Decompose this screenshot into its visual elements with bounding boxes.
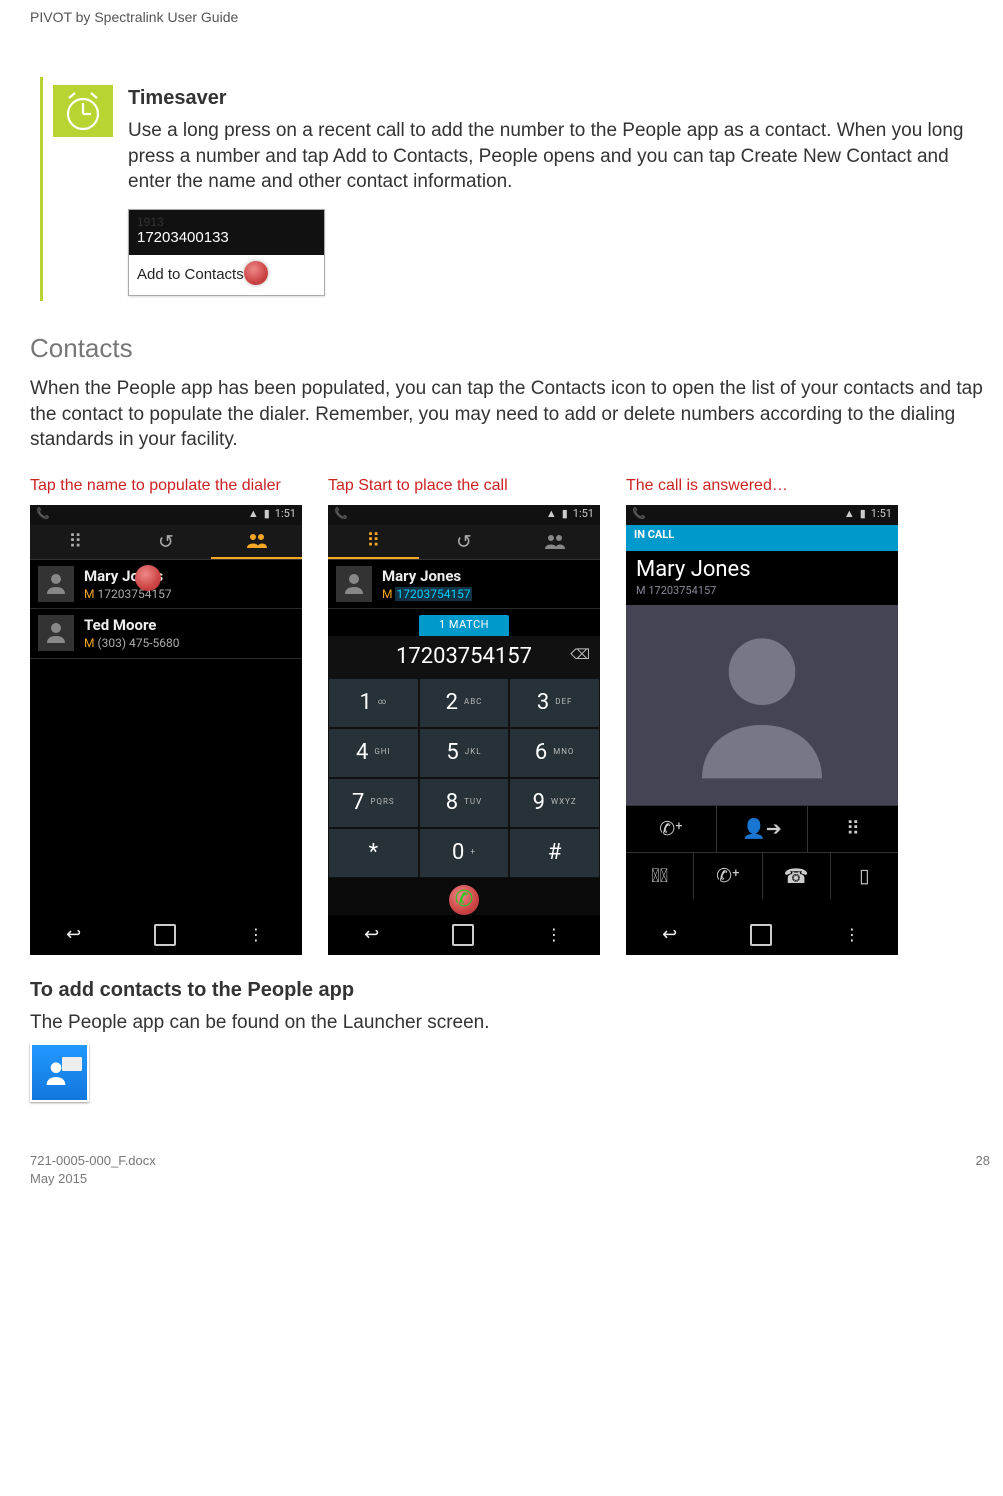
people-app-icon[interactable] [30,1043,89,1102]
tab-recent[interactable]: ↺ [121,525,212,559]
avatar-icon [38,615,74,651]
section-body: When the People app has been populated, … [30,376,990,453]
tab-contacts[interactable] [211,525,302,559]
key-4[interactable]: 4GHI [328,728,419,778]
popup-number: 17203400133 [137,229,229,246]
tap-indicator-icon [135,565,161,591]
backspace-icon[interactable]: ⌫ [570,646,590,665]
screenshot-dialer: 📞 ▲ ▮ 1:51 ⠿ ↺ Mary Jones [328,505,600,955]
key-9[interactable]: 9WXYZ [509,778,600,828]
status-time: 1:51 [275,507,296,522]
contact-number: (303) 475-5680 [97,636,179,650]
tab-contacts[interactable] [509,525,600,559]
add-call-button[interactable]: 👤➔ [717,806,808,852]
key-1[interactable]: 1∞ [328,678,419,728]
key-hash[interactable]: # [509,828,600,878]
avatar-icon [38,566,74,602]
match-count-badge[interactable]: 1 MATCH [419,615,509,636]
audio-button[interactable]: ✆⁺ [694,853,762,899]
contact-type: M [84,587,94,601]
contact-name: Ted Moore [84,615,180,635]
contact-number: 17203754157 [97,587,171,601]
nav-home-icon[interactable] [452,924,474,946]
mute-button[interactable]: 🎙̸ [626,853,694,899]
phone-icon: 📞 [36,507,50,522]
tap-indicator-icon [244,261,268,285]
doc-header: PIVOT by Spectralink User Guide [30,0,990,57]
key-5[interactable]: 5JKL [419,728,510,778]
subbody-text: The People app can be found on the Launc… [30,1010,990,1036]
screenshot-incall: 📞 ▲ ▮ 1:51 IN CALL Mary Jones M 17203754… [626,505,898,955]
key-star[interactable]: * [328,828,419,878]
section-heading-contacts: Contacts [30,331,990,366]
phone-icon: 📞 [632,507,646,522]
phone-icon: 📞 [334,507,348,522]
screenshot-contacts: 📞 ▲ ▮ 1:51 ⠿ ↺ Mary Jones [30,505,302,955]
battery-icon: ▮ [562,507,568,522]
popup-action[interactable]: Add to Contacts [137,266,244,283]
hold-button[interactable]: ✆⁺ [626,806,717,852]
popup-screenshot: 1913 17203400133 Add to Contacts [128,209,325,296]
caption-2: Tap Start to place the call [328,475,600,497]
footer-page: 28 [976,1152,990,1187]
caller-name: Mary Jones [626,551,898,585]
wifi-icon: ▲ [248,507,259,522]
contact-name: Mary Jones [382,566,472,586]
incall-banner: IN CALL [626,525,898,551]
battery-icon: ▮ [264,507,270,522]
subheading-add-contacts: To add contacts to the People app [30,977,990,1004]
tab-recent[interactable]: ↺ [419,525,510,559]
timesaver-callout: Timesaver Use a long press on a recent c… [40,77,990,301]
caption-1: Tap the name to populate the dialer [30,475,302,497]
callout-body-text: Use a long press on a recent call to add… [128,118,990,195]
nav-back-icon[interactable]: ↩ [66,923,81,947]
contact-type: M [382,587,392,601]
nav-menu-icon[interactable]: ⋮ [546,924,564,946]
key-8[interactable]: 8TUV [419,778,510,828]
caller-avatar [626,605,898,805]
tab-dialer[interactable]: ⠿ [328,525,419,559]
timesaver-icon [53,85,113,137]
contact-number-highlight: 17203754157 [395,587,471,601]
nav-menu-icon[interactable]: ⋮ [844,924,862,946]
contact-type: M [84,636,94,650]
key-6[interactable]: 6MNO [509,728,600,778]
battery-icon: ▮ [860,507,866,522]
keypad: 1∞ 2ABC 3DEF 4GHI 5JKL 6MNO 7PQRS 8TUV 9… [328,678,600,878]
callout-title: Timesaver [128,85,990,112]
contact-row-ted[interactable]: Ted Moore M(303) 475-5680 [30,609,302,658]
nav-menu-icon[interactable]: ⋮ [248,924,266,946]
key-7[interactable]: 7PQRS [328,778,419,828]
dialed-number-display: 17203754157 ⌫ [328,636,600,678]
nav-back-icon[interactable]: ↩ [662,923,677,947]
nav-home-icon[interactable] [750,924,772,946]
end-call-button[interactable]: ☎ [763,853,831,899]
contact-row-mary[interactable]: Mary Jones M17203754157 [30,560,302,609]
caller-number: M 17203754157 [626,584,898,605]
device-button[interactable]: ▯ [831,853,898,899]
tab-dialer[interactable]: ⠿ [30,525,121,559]
wifi-icon: ▲ [546,507,557,522]
phone-handset-icon: ✆ [455,885,473,915]
status-time: 1:51 [871,507,892,522]
caption-3: The call is answered… [626,475,898,497]
keypad-button[interactable]: ⠿ [808,806,898,852]
key-0[interactable]: 0+ [419,828,510,878]
footer-date: May 2015 [30,1170,156,1188]
nav-back-icon[interactable]: ↩ [364,923,379,947]
status-time: 1:51 [573,507,594,522]
nav-home-icon[interactable] [154,924,176,946]
avatar-icon [336,566,372,602]
key-3[interactable]: 3DEF [509,678,600,728]
key-2[interactable]: 2ABC [419,678,510,728]
contact-match-row[interactable]: Mary Jones M17203754157 [328,560,600,609]
footer-doc: 721-0005-000_F.docx [30,1152,156,1170]
wifi-icon: ▲ [844,507,855,522]
